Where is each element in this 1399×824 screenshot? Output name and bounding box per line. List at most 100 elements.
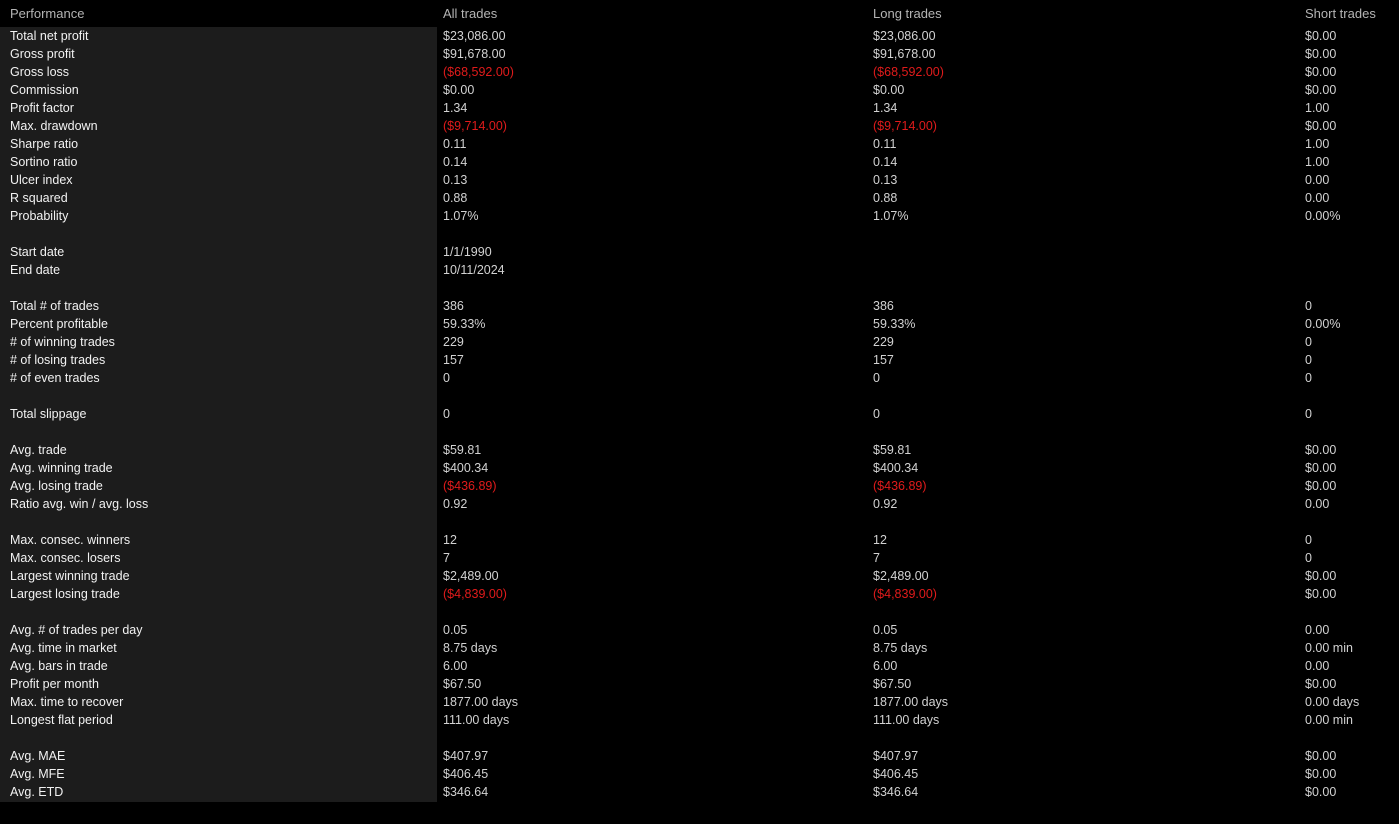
- table-row[interactable]: End date 10/11/2024: [0, 261, 1399, 279]
- table-row[interactable]: Gross loss ($68,592.00) ($68,592.00) $0.00: [0, 63, 1399, 81]
- cell-all-trades: $59.81: [443, 443, 482, 457]
- table-row[interactable]: Avg. ETD $346.64 $346.64 $0.00: [0, 783, 1399, 801]
- cell-short-trades: $0.00: [1305, 767, 1337, 781]
- table-row[interactable]: Total net profit $23,086.00 $23,086.00 $0.0…: [0, 27, 1399, 45]
- cell-long-trades: 0.88: [873, 191, 898, 205]
- cell-short-trades: $0.00: [1305, 29, 1337, 43]
- cell-long-trades: 0.05: [873, 623, 898, 637]
- cell-short-trades: $0.00: [1305, 479, 1337, 493]
- cell-all-trades: 7: [443, 551, 450, 565]
- cell-short-trades: $0.00: [1305, 785, 1337, 799]
- cell-short-trades: 0.00 days: [1305, 695, 1360, 709]
- table-row[interactable]: Commission $0.00 $0.00 $0.00: [0, 81, 1399, 99]
- table-row[interactable]: Avg. bars in trade 6.00 6.00 0.00: [0, 657, 1399, 675]
- table-row[interactable]: Total slippage 0 0 0: [0, 405, 1399, 423]
- cell-short-trades: 0: [1305, 551, 1312, 565]
- table-row[interactable]: Max. consec. losers 7 7 0: [0, 549, 1399, 567]
- table-row[interactable]: R squared 0.88 0.88 0.00: [0, 189, 1399, 207]
- cell-short-trades: 0: [1305, 335, 1312, 349]
- table-row[interactable]: Profit factor 1.34 1.34 1.00: [0, 99, 1399, 117]
- table-row[interactable]: Sortino ratio 0.14 0.14 1.00: [0, 153, 1399, 171]
- table-row[interactable]: Gross profit $91,678.00 $91,678.00 $0.00: [0, 45, 1399, 63]
- table-row[interactable]: Avg. trade $59.81 $59.81 $0.00: [0, 441, 1399, 459]
- cell-all-trades: 12: [443, 533, 457, 547]
- column-header-long-trades[interactable]: Long trades: [873, 0, 942, 27]
- table-row[interactable]: Sharpe ratio 0.11 0.11 1.00: [0, 135, 1399, 153]
- cell-short-trades: 0.00 min: [1305, 641, 1353, 655]
- cell-long-trades: 0: [873, 371, 880, 385]
- row-label: Probability: [10, 209, 69, 223]
- table-row[interactable]: Avg. losing trade ($436.89) ($436.89) $0.00: [0, 477, 1399, 495]
- row-label: Percent profitable: [10, 317, 108, 331]
- cell-short-trades: $0.00: [1305, 83, 1337, 97]
- cell-short-trades: $0.00: [1305, 443, 1337, 457]
- table-row[interactable]: Largest winning trade $2,489.00 $2,489.00 $…: [0, 567, 1399, 585]
- table-row[interactable]: Largest losing trade ($4,839.00) ($4,839.0…: [0, 585, 1399, 603]
- row-label: Max. drawdown: [10, 119, 98, 133]
- column-header-all-trades[interactable]: All trades: [443, 0, 497, 27]
- cell-long-trades: 7: [873, 551, 880, 565]
- cell-all-trades: $407.97: [443, 749, 489, 763]
- table-row[interactable]: Start date 1/1/1990: [0, 243, 1399, 261]
- table-row[interactable]: Max. time to recover 1877.00 days 1877.00 …: [0, 693, 1399, 711]
- row-label: Gross loss: [10, 65, 70, 79]
- row-label: Largest winning trade: [10, 569, 130, 583]
- cell-short-trades: 0.00: [1305, 497, 1330, 511]
- cell-all-trades: 8.75 days: [443, 641, 498, 655]
- table-row[interactable]: Probability 1.07% 1.07% 0.00%: [0, 207, 1399, 225]
- table-row[interactable]: Avg. time in market 8.75 days 8.75 days 0.0…: [0, 639, 1399, 657]
- cell-long-trades: 8.75 days: [873, 641, 928, 655]
- table-row[interactable]: # of losing trades 157 157 0: [0, 351, 1399, 369]
- row-label: # of winning trades: [10, 335, 115, 349]
- table-row[interactable]: Max. drawdown ($9,714.00) ($9,714.00) $0.00: [0, 117, 1399, 135]
- cell-short-trades: $0.00: [1305, 677, 1337, 691]
- table-row[interactable]: Total # of trades 386 386 0: [0, 297, 1399, 315]
- cell-all-trades: 111.00 days: [443, 713, 510, 727]
- row-label: Max. consec. winners: [10, 533, 131, 547]
- column-header-short-trades[interactable]: Short trades: [1305, 0, 1376, 27]
- table-row[interactable]: Avg. MAE $407.97 $407.97 $0.00: [0, 747, 1399, 765]
- cell-all-trades: $0.00: [443, 83, 475, 97]
- cell-all-trades: $23,086.00: [443, 29, 506, 43]
- table-row[interactable]: Ulcer index 0.13 0.13 0.00: [0, 171, 1399, 189]
- cell-short-trades: 0.00: [1305, 173, 1330, 187]
- section-separator: [0, 279, 1399, 297]
- cell-all-trades: 157: [443, 353, 464, 367]
- cell-short-trades: $0.00: [1305, 47, 1337, 61]
- cell-all-trades: 0.13: [443, 173, 468, 187]
- row-label: Max. time to recover: [10, 695, 124, 709]
- table-row[interactable]: Avg. MFE $406.45 $406.45 $0.00: [0, 765, 1399, 783]
- table-row[interactable]: Max. consec. winners 12 12 0: [0, 531, 1399, 549]
- table-row[interactable]: Avg. winning trade $400.34 $400.34 $0.00: [0, 459, 1399, 477]
- section-separator: [0, 387, 1399, 405]
- table-row[interactable]: # of even trades 0 0 0: [0, 369, 1399, 387]
- row-label: Avg. trade: [10, 443, 67, 457]
- performance-report-table: Performance All trades Long trades Short…: [0, 0, 1399, 801]
- cell-all-trades: 0: [443, 407, 450, 421]
- cell-long-trades: ($9,714.00): [873, 119, 937, 133]
- row-label: End date: [10, 263, 61, 277]
- cell-short-trades: $0.00: [1305, 587, 1337, 601]
- cell-short-trades: $0.00: [1305, 461, 1337, 475]
- cell-short-trades: 0: [1305, 371, 1312, 385]
- row-label: Avg. losing trade: [10, 479, 103, 493]
- table-row[interactable]: Longest flat period 111.00 days 111.00 day…: [0, 711, 1399, 729]
- table-row[interactable]: Avg. # of trades per day 0.05 0.05 0.00: [0, 621, 1399, 639]
- cell-long-trades: $407.97: [873, 749, 919, 763]
- table-row[interactable]: # of winning trades 229 229 0: [0, 333, 1399, 351]
- cell-all-trades: 1.07%: [443, 209, 479, 223]
- table-row[interactable]: Profit per month $67.50 $67.50 $0.00: [0, 675, 1399, 693]
- cell-long-trades: ($436.89): [873, 479, 927, 493]
- cell-all-trades: 0.92: [443, 497, 468, 511]
- section-separator: [0, 603, 1399, 621]
- cell-short-trades: $0.00: [1305, 65, 1337, 79]
- cell-all-trades: 1.34: [443, 101, 468, 115]
- cell-long-trades: 1877.00 days: [873, 695, 949, 709]
- table-row[interactable]: Percent profitable 59.33% 59.33% 0.00%: [0, 315, 1399, 333]
- cell-all-trades: 1877.00 days: [443, 695, 519, 709]
- cell-long-trades: 59.33%: [873, 317, 916, 331]
- row-label: # of even trades: [10, 371, 100, 385]
- table-row[interactable]: Ratio avg. win / avg. loss 0.92 0.92 0.00: [0, 495, 1399, 513]
- cell-short-trades: $0.00: [1305, 569, 1337, 583]
- column-header-performance[interactable]: Performance: [10, 0, 84, 27]
